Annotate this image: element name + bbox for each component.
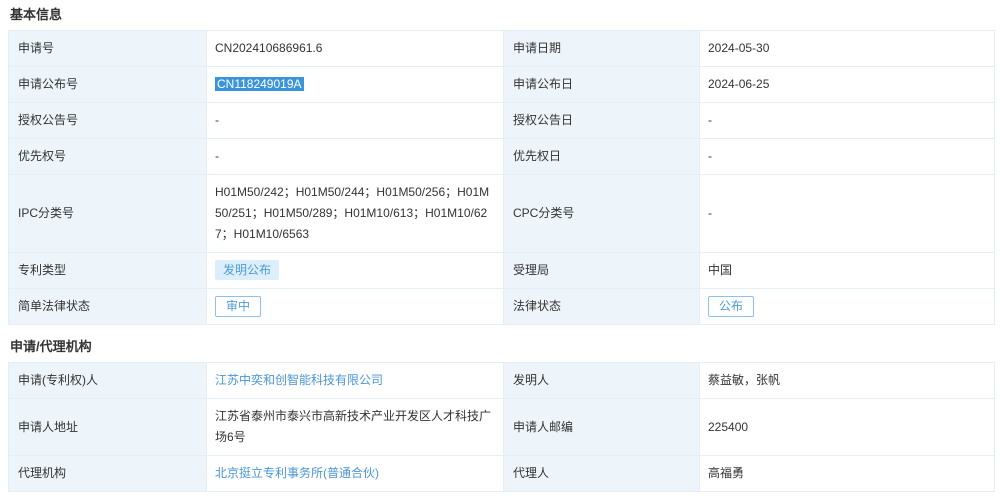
table-row: 申请人地址 江苏省泰州市泰兴市高新技术产业开发区人才科技广场6号 申请人邮编 2… [9,399,995,456]
value-applicant-address: 江苏省泰州市泰兴市高新技术产业开发区人才科技广场6号 [207,399,504,456]
basic-info-table: 申请号 CN202410686961.6 申请日期 2024-05-30 申请公… [8,30,995,325]
label-agency: 代理机构 [9,456,207,492]
value-applicant: 江苏中奕和创智能科技有限公司 [207,363,504,399]
label-inventor: 发明人 [504,363,700,399]
table-row: 申请(专利权)人 江苏中奕和创智能科技有限公司 发明人 蔡益敏，张帆 [9,363,995,399]
label-publication-no: 申请公布号 [9,67,207,103]
value-cpc: - [700,175,995,253]
value-accepting-office: 中国 [700,253,995,289]
value-application-date: 2024-05-30 [700,31,995,67]
section-title-basic-info: 基本信息 [8,7,1000,30]
value-simple-legal-status: 审中 [207,289,504,325]
legal-status-tag: 公布 [708,296,754,317]
table-row: IPC分类号 H01M50/242；H01M50/244；H01M50/256；… [9,175,995,253]
section-title-agency: 申请/代理机构 [8,325,1000,362]
selected-publication-no: CN118249019A [215,77,304,91]
label-simple-legal-status: 简单法律状态 [9,289,207,325]
value-priority-date: - [700,139,995,175]
agency-link[interactable]: 北京挺立专利事务所(普通合伙) [215,466,379,480]
value-agent: 高福勇 [700,456,995,492]
value-grant-no: - [207,103,504,139]
label-grant-date: 授权公告日 [504,103,700,139]
label-applicant-address: 申请人地址 [9,399,207,456]
value-inventor: 蔡益敏，张帆 [700,363,995,399]
label-application-no: 申请号 [9,31,207,67]
patent-detail-screen: { "colors": { "accent_blue": "#4a96d6", … [0,0,1000,501]
label-patent-type: 专利类型 [9,253,207,289]
label-priority-date: 优先权日 [504,139,700,175]
patent-detail-page: 基本信息 申请号 CN202410686961.6 申请日期 2024-05-3… [0,0,1000,492]
label-publication-date: 申请公布日 [504,67,700,103]
value-publication-no: CN118249019A [207,67,504,103]
label-agent: 代理人 [504,456,700,492]
label-legal-status: 法律状态 [504,289,700,325]
table-row: 简单法律状态 审中 法律状态 公布 [9,289,995,325]
simple-legal-status-tag: 审中 [215,296,261,317]
label-applicant: 申请(专利权)人 [9,363,207,399]
value-grant-date: - [700,103,995,139]
label-priority-no: 优先权号 [9,139,207,175]
table-row: 代理机构 北京挺立专利事务所(普通合伙) 代理人 高福勇 [9,456,995,492]
value-ipc: H01M50/242；H01M50/244；H01M50/256；H01M50/… [207,175,504,253]
value-patent-type: 发明公布 [207,253,504,289]
applicant-link[interactable]: 江苏中奕和创智能科技有限公司 [215,373,383,387]
value-applicant-postcode: 225400 [700,399,995,456]
table-row: 授权公告号 - 授权公告日 - [9,103,995,139]
label-accepting-office: 受理局 [504,253,700,289]
label-application-date: 申请日期 [504,31,700,67]
label-grant-no: 授权公告号 [9,103,207,139]
value-application-no: CN202410686961.6 [207,31,504,67]
agency-info-table: 申请(专利权)人 江苏中奕和创智能科技有限公司 发明人 蔡益敏，张帆 申请人地址… [8,362,995,492]
label-ipc: IPC分类号 [9,175,207,253]
patent-type-tag: 发明公布 [215,260,279,280]
table-row: 申请公布号 CN118249019A 申请公布日 2024-06-25 [9,67,995,103]
label-applicant-postcode: 申请人邮编 [504,399,700,456]
table-row: 优先权号 - 优先权日 - [9,139,995,175]
table-row: 申请号 CN202410686961.6 申请日期 2024-05-30 [9,31,995,67]
table-row: 专利类型 发明公布 受理局 中国 [9,253,995,289]
value-priority-no: - [207,139,504,175]
label-cpc: CPC分类号 [504,175,700,253]
value-publication-date: 2024-06-25 [700,67,995,103]
value-agency: 北京挺立专利事务所(普通合伙) [207,456,504,492]
value-legal-status: 公布 [700,289,995,325]
